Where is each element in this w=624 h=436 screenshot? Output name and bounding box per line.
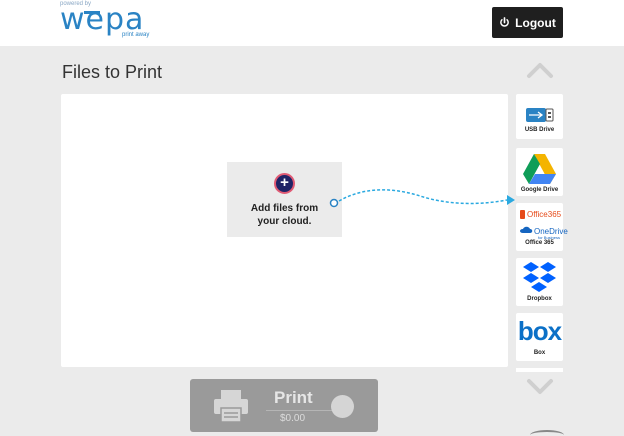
- print-status-indicator: [331, 395, 354, 418]
- hint-connector-arrow: [329, 189, 515, 208]
- printer-icon: [214, 390, 248, 423]
- source-tile-next: [516, 368, 563, 372]
- logo-macron: [84, 11, 100, 14]
- logout-button[interactable]: Logout: [492, 7, 563, 38]
- source-tile-google-drive[interactable]: Google Drive: [516, 148, 563, 196]
- power-icon: [500, 17, 510, 27]
- source-tile-box[interactable]: box Box: [516, 313, 563, 361]
- help-bubble-edge[interactable]: [530, 430, 564, 436]
- source-tile-dropbox[interactable]: Dropbox: [516, 258, 563, 306]
- print-label: Print: [274, 388, 313, 407]
- scroll-up-chevron-icon[interactable]: [526, 60, 554, 80]
- wepa-logo[interactable]: powered by wepa print away: [60, 0, 170, 46]
- scroll-down-chevron-icon[interactable]: [526, 376, 554, 396]
- office365-brand-text: Office365: [527, 210, 562, 219]
- print-price: $0.00: [280, 413, 306, 424]
- print-button[interactable]: Print $0.00: [190, 379, 378, 432]
- source-tile-usb[interactable]: USB Drive: [516, 94, 563, 139]
- source-label-usb: USB Drive: [524, 127, 555, 133]
- source-label-dropbox: Dropbox: [527, 296, 552, 302]
- source-label-google-drive: Google Drive: [520, 187, 559, 193]
- box-icon: box: [517, 316, 562, 346]
- logo-tagline: print away: [122, 32, 150, 38]
- plus-icon[interactable]: +: [274, 173, 295, 194]
- source-tile-office365[interactable]: Office365 OneDrive for Business Office 3…: [516, 203, 568, 251]
- print-divider: [266, 410, 340, 411]
- logo-word: wepa: [60, 2, 145, 37]
- page-title: Files to Print: [62, 62, 163, 82]
- source-label-box: Box: [533, 350, 546, 356]
- add-files-line2: your cloud.: [257, 216, 312, 227]
- top-header: powered by wepa print away Logout: [0, 0, 624, 46]
- logout-label: Logout: [515, 15, 556, 30]
- source-label-office365: Office 365: [525, 240, 554, 246]
